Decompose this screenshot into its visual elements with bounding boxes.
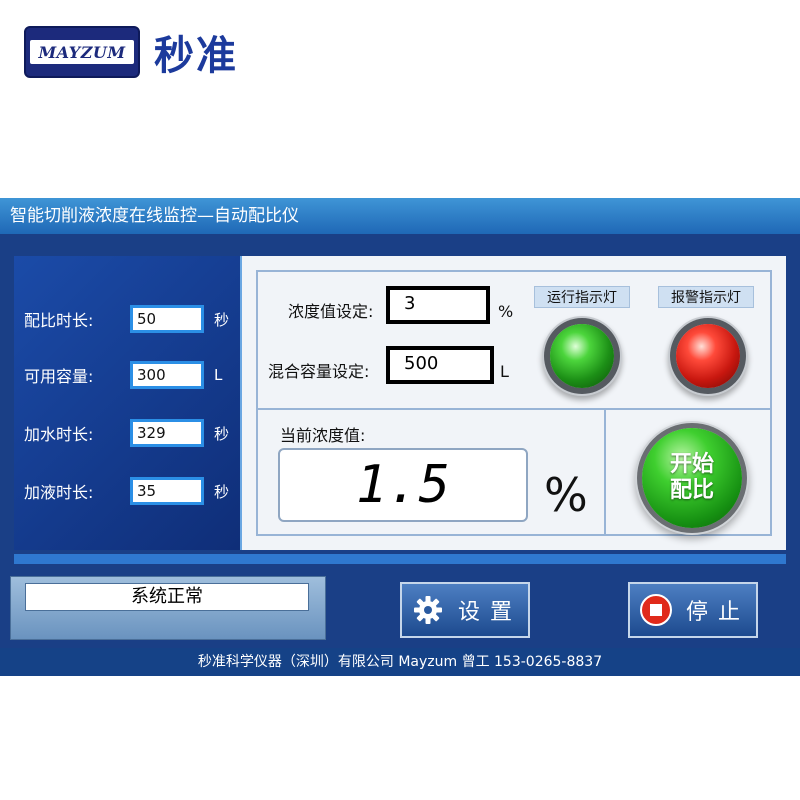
stop-icon	[640, 594, 672, 626]
start-mixing-button[interactable]: 开始 配比	[642, 428, 742, 528]
parameter-panel: 配比时长: 50 秒 可用容量: 300 L 加水时长: 329 秒 加液时长:…	[14, 256, 242, 550]
status-panel: 系统正常	[10, 576, 326, 640]
brand-badge-text: MAYZUM	[30, 40, 134, 64]
param-label: 可用容量:	[24, 367, 94, 386]
param-row-water-time: 加水时长: 329 秒	[24, 416, 239, 450]
alarm-indicator-lamp	[676, 324, 740, 388]
control-frame: 浓度值设定: 3 % 混合容量设定: 500 L 运行指示灯 报警指示灯 当前浓…	[256, 270, 772, 536]
brand-name: 秒准	[154, 33, 238, 79]
alarm-indicator-label: 报警指示灯	[658, 286, 754, 308]
start-button-line1: 开始	[669, 452, 714, 477]
run-indicator-label: 运行指示灯	[534, 286, 630, 308]
concentration-setpoint-unit: %	[498, 302, 514, 321]
param-unit: 秒	[214, 424, 230, 443]
param-label: 配比时长:	[24, 311, 94, 330]
footer-company-info: 秒准科学仪器（深圳）有限公司 Mayzum 曾工 153-0265-8837	[0, 648, 800, 676]
brand-logo: MAYZUM 秒准	[24, 24, 238, 80]
param-row-capacity: 可用容量: 300 L	[24, 358, 239, 392]
capacity-setpoint-unit: L	[500, 362, 509, 381]
gear-icon	[412, 594, 444, 626]
param-unit: L	[214, 366, 223, 384]
concentration-setpoint-field[interactable]: 3	[386, 286, 490, 324]
current-concentration-display: 1.5	[278, 448, 528, 522]
current-concentration-label: 当前浓度值:	[280, 426, 366, 445]
capacity-setpoint-label: 混合容量设定:	[268, 362, 370, 381]
window-title: 智能切削液浓度在线监控—自动配比仪	[0, 198, 800, 234]
param-row-liquid-time: 加液时长: 35 秒	[24, 474, 239, 508]
status-text: 系统正常	[25, 583, 309, 611]
divider	[604, 410, 606, 534]
water-time-field[interactable]: 329	[130, 419, 204, 447]
hmi-screen: 智能切削液浓度在线监控—自动配比仪 配比时长: 50 秒 可用容量: 300 L…	[0, 198, 800, 676]
concentration-setpoint-label: 浓度值设定:	[288, 302, 374, 321]
settings-button[interactable]: 设置	[400, 582, 530, 638]
start-button-line2: 配比	[669, 478, 714, 503]
capacity-setpoint-field[interactable]: 500	[386, 346, 494, 384]
param-label: 加液时长:	[24, 483, 94, 502]
control-panel: 浓度值设定: 3 % 混合容量设定: 500 L 运行指示灯 报警指示灯 当前浓…	[242, 256, 786, 550]
run-indicator-lamp	[550, 324, 614, 388]
mix-time-field[interactable]: 50	[130, 305, 204, 333]
liquid-time-field[interactable]: 35	[130, 477, 204, 505]
param-row-mix-time: 配比时长: 50 秒	[24, 302, 239, 336]
param-unit: 秒	[214, 482, 230, 501]
stop-button[interactable]: 停止	[628, 582, 758, 638]
param-unit: 秒	[214, 310, 230, 329]
separator-strip	[14, 554, 786, 564]
current-concentration-unit: %	[544, 468, 588, 522]
stop-button-label: 停止	[686, 600, 751, 625]
divider	[258, 408, 770, 410]
available-capacity-field[interactable]: 300	[130, 361, 204, 389]
brand-badge: MAYZUM	[24, 26, 140, 78]
settings-button-label: 设置	[458, 600, 523, 625]
param-label: 加水时长:	[24, 425, 94, 444]
